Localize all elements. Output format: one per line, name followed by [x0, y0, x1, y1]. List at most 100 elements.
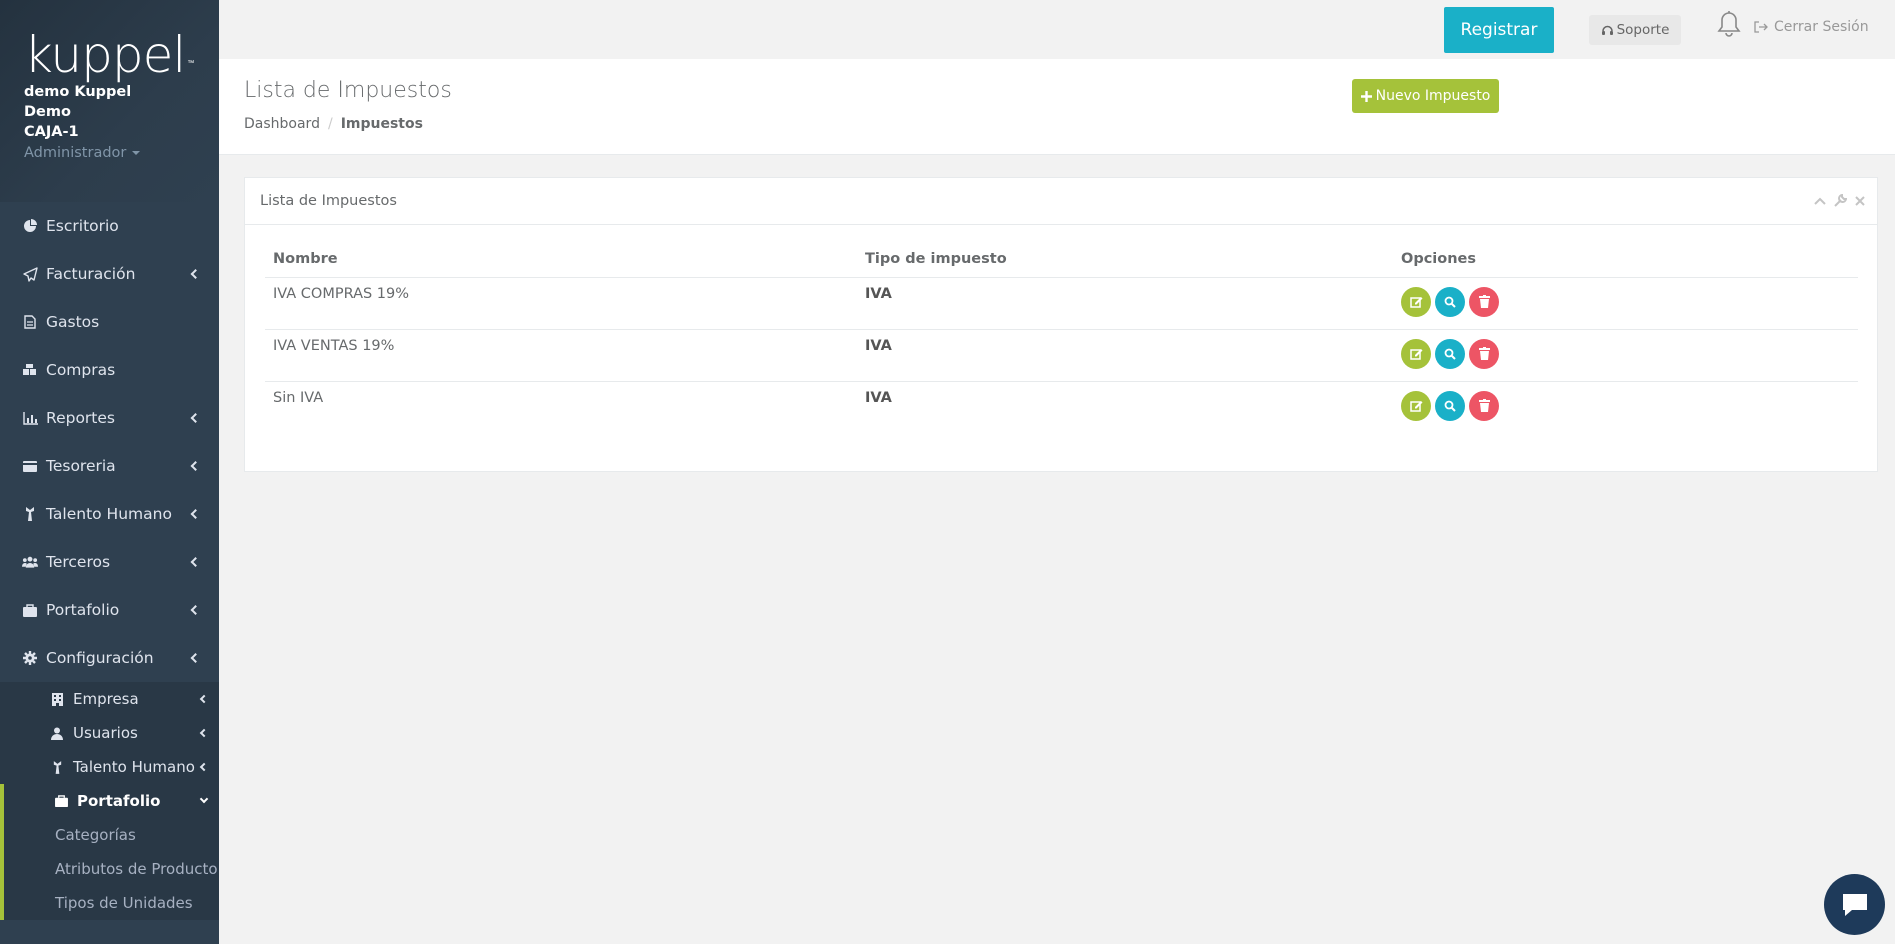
sidebar-link-categorias[interactable]: Categorías [4, 818, 219, 852]
support-button[interactable]: Soporte [1589, 15, 1681, 45]
search-icon [1444, 348, 1456, 360]
cell-opciones [1393, 381, 1858, 433]
sidebar-nav: Escritorio Facturación Gastos Compras Re… [0, 202, 219, 682]
chevron-left-icon [190, 461, 201, 471]
chevron-left-icon [199, 728, 209, 738]
trash-icon [1478, 399, 1490, 412]
chevron-left-icon [190, 557, 201, 567]
edit-button[interactable] [1401, 286, 1431, 317]
table-row: IVA VENTAS 19% IVA [265, 329, 1858, 382]
sidebar-item-talento-humano[interactable]: Talento Humano [0, 490, 219, 538]
sidebar-link-tipos-unidades[interactable]: Tipos de Unidades [4, 886, 219, 920]
search-icon [1444, 296, 1456, 308]
user-icon [50, 726, 64, 740]
topbar: Registrar Soporte Cerrar Sesión [219, 0, 1895, 59]
chevron-left-icon [190, 653, 201, 663]
sidebar-item-configuracion[interactable]: Configuración [0, 634, 219, 682]
trash-icon [1478, 295, 1490, 308]
edit-icon [1409, 349, 1422, 360]
trash-icon [1478, 347, 1490, 360]
taxes-panel: Lista de Impuestos Nombre Tipo de impues… [244, 177, 1878, 472]
sidebar-item-terceros[interactable]: Terceros [0, 538, 219, 586]
bar-chart-icon [22, 410, 38, 426]
sidebar-subitem-talento-humano[interactable]: Talento Humano [0, 750, 219, 784]
sidebar-subitem-portafolio[interactable]: Portafolio [0, 784, 219, 818]
sidebar-link-atributos[interactable]: Atributos de Producto [4, 852, 219, 886]
view-button[interactable] [1435, 286, 1465, 317]
table-row: Sin IVA IVA [265, 381, 1858, 433]
cell-nombre: IVA COMPRAS 19% [265, 277, 857, 330]
sidebar-subitem-empresa[interactable]: Empresa [0, 682, 219, 716]
chevron-left-icon [190, 413, 201, 423]
col-opciones: Opciones [1393, 241, 1858, 278]
headset-icon [1601, 25, 1613, 35]
taxes-table: Nombre Tipo de impuesto Opciones IVA COM… [265, 241, 1858, 433]
view-button[interactable] [1435, 390, 1465, 421]
wrench-icon[interactable] [1834, 194, 1847, 207]
paper-plane-icon [22, 266, 38, 282]
breadcrumb-separator: / [327, 116, 333, 132]
sidebar-subitem-usuarios[interactable]: Usuarios [0, 716, 219, 750]
caret-down-icon [132, 151, 141, 155]
cell-tipo: IVA [857, 329, 1393, 382]
sidebar-item-reportes[interactable]: Reportes [0, 394, 219, 442]
sidebar-item-gastos[interactable]: Gastos [0, 298, 219, 346]
sidebar-item-facturacion[interactable]: Facturación [0, 250, 219, 298]
sidebar-item-tesoreria[interactable]: Tesoreria [0, 442, 219, 490]
chevron-left-icon [190, 509, 201, 519]
breadcrumb-dashboard[interactable]: Dashboard [244, 116, 320, 132]
users-icon [22, 554, 38, 570]
delete-button[interactable] [1469, 390, 1499, 421]
register-name: CAJA-1 [24, 124, 79, 140]
cell-tipo: IVA [857, 277, 1393, 330]
col-tipo[interactable]: Tipo de impuesto [857, 241, 1393, 278]
sidebar-item-portafolio[interactable]: Portafolio [0, 586, 219, 634]
edit-icon [1409, 297, 1422, 308]
delete-button[interactable] [1469, 286, 1499, 317]
dashboard-icon [22, 218, 38, 234]
breadcrumb: Dashboard / Impuestos [244, 116, 423, 132]
table-row: IVA COMPRAS 19% IVA [265, 277, 1858, 330]
col-nombre[interactable]: Nombre [265, 241, 857, 278]
chevron-left-icon [190, 269, 201, 279]
portafolio-submenu: Categorías Atributos de Producto Tipos d… [0, 818, 219, 920]
chevron-up-icon[interactable] [1814, 197, 1826, 205]
edit-icon [1409, 401, 1422, 412]
table-header-row: Nombre Tipo de impuesto Opciones [265, 241, 1858, 278]
page-title: Lista de Impuestos [244, 78, 452, 103]
company-name: Demo [24, 104, 71, 120]
register-button[interactable]: Registrar [1444, 7, 1554, 53]
new-tax-button[interactable]: Nuevo Impuesto [1352, 79, 1499, 113]
boxes-icon [22, 362, 38, 378]
briefcase-icon [54, 794, 68, 808]
view-button[interactable] [1435, 338, 1465, 369]
file-icon [22, 314, 38, 330]
cell-opciones [1393, 329, 1858, 382]
chat-bubble-icon [1842, 893, 1867, 916]
cell-nombre: Sin IVA [273, 389, 324, 406]
wallet-icon [22, 458, 38, 474]
cell-nombre: IVA VENTAS 19% [265, 329, 857, 382]
brand-logo[interactable]: kuppel ™ [24, 28, 194, 82]
sidebar: kuppel ™ demo Kuppel Demo CAJA-1 Administ… [0, 0, 219, 944]
sidebar-item-compras[interactable]: Compras [0, 346, 219, 394]
edit-button[interactable] [1401, 338, 1431, 369]
chat-widget-button[interactable] [1824, 874, 1885, 935]
panel-tools [1814, 194, 1865, 207]
chevron-down-icon [199, 795, 209, 804]
edit-button[interactable] [1401, 390, 1431, 421]
building-icon [50, 692, 64, 706]
sign-out-icon [1754, 21, 1768, 33]
sidebar-header: kuppel ™ demo Kuppel Demo CAJA-1 Administ… [0, 0, 219, 202]
chevron-left-icon [199, 762, 209, 772]
panel-title: Lista de Impuestos [245, 178, 1877, 225]
configuracion-submenu: Empresa Usuarios Talento Humano Portafol… [0, 682, 219, 920]
close-icon[interactable] [1855, 195, 1865, 206]
delete-button[interactable] [1469, 338, 1499, 369]
role-dropdown[interactable]: Administrador [24, 143, 219, 163]
cell-opciones [1393, 277, 1858, 330]
sidebar-item-escritorio[interactable]: Escritorio [0, 202, 219, 250]
logout-link[interactable]: Cerrar Sesión [1754, 19, 1869, 35]
bell-icon[interactable] [1716, 10, 1742, 40]
page-heading: Lista de Impuestos Dashboard / Impuestos… [219, 59, 1895, 155]
